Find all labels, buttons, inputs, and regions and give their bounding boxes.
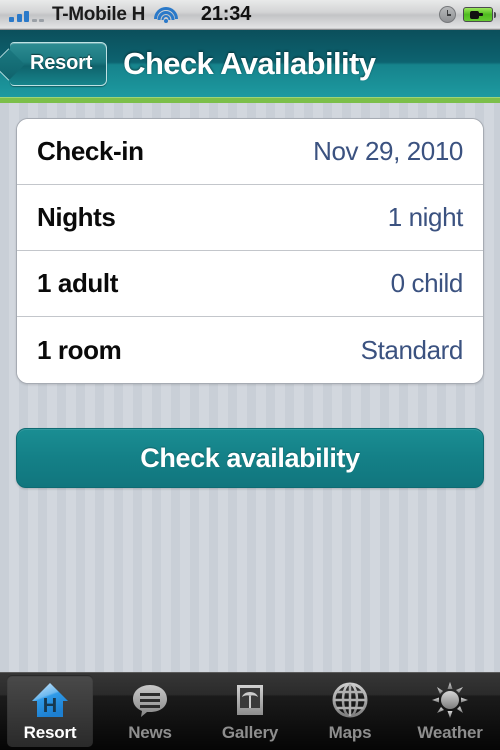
row-label: 1 adult [37, 268, 118, 298]
app-screen: T-Mobile H 21:34 Resort Check Availabili… [0, 0, 500, 750]
battery-charging-icon [463, 7, 496, 22]
row-label: Check-in [37, 136, 144, 166]
row-value: Nov 29, 2010 [313, 136, 463, 166]
form-row-rooms[interactable]: 1 room Standard [17, 317, 483, 383]
content-area: Check-in Nov 29, 2010 Nights 1 night 1 a… [0, 103, 500, 672]
back-button-resort[interactable]: Resort [10, 41, 108, 86]
status-bar: T-Mobile H 21:34 [0, 0, 500, 30]
row-value: 1 night [387, 202, 464, 232]
globe-icon [329, 680, 371, 720]
tab-maps[interactable]: Maps [300, 673, 400, 750]
tab-weather[interactable]: Weather [400, 673, 500, 750]
speech-bubble-icon [129, 680, 171, 720]
tab-label: News [128, 723, 172, 742]
booking-form-card: Check-in Nov 29, 2010 Nights 1 night 1 a… [16, 118, 484, 384]
tab-label: Maps [328, 723, 372, 742]
form-row-nights[interactable]: Nights 1 night [17, 185, 483, 251]
sun-icon [429, 680, 471, 720]
clock-label: 21:34 [200, 3, 252, 25]
tab-gallery[interactable]: Gallery [200, 673, 300, 750]
page-title: Check Availability [123, 45, 376, 81]
back-button-label: Resort [30, 52, 93, 74]
photo-palm-icon [229, 680, 271, 720]
tab-news[interactable]: News [100, 673, 200, 750]
navigation-bar: Resort Check Availability [0, 30, 500, 97]
row-value: 0 child [390, 268, 464, 298]
check-availability-label: Check availability [140, 442, 360, 473]
form-row-guests[interactable]: 1 adult 0 child [17, 251, 483, 317]
row-value: Standard [360, 334, 464, 365]
house-icon: H [29, 680, 71, 720]
alarm-clock-icon [439, 6, 456, 23]
check-availability-button[interactable]: Check availability [16, 428, 484, 488]
svg-text:H: H [43, 695, 57, 717]
form-row-check-in[interactable]: Check-in Nov 29, 2010 [17, 119, 483, 185]
tab-bar: H Resort News Gallery Maps Weather [0, 672, 500, 750]
status-bar-right [439, 6, 496, 23]
tab-resort[interactable]: H Resort [0, 673, 100, 750]
tab-label: Weather [417, 723, 483, 742]
tab-label: Resort [23, 723, 77, 742]
tab-label: Gallery [221, 723, 279, 742]
signal-bars-icon [9, 8, 44, 22]
row-label: 1 room [37, 334, 122, 365]
row-label: Nights [37, 202, 116, 232]
